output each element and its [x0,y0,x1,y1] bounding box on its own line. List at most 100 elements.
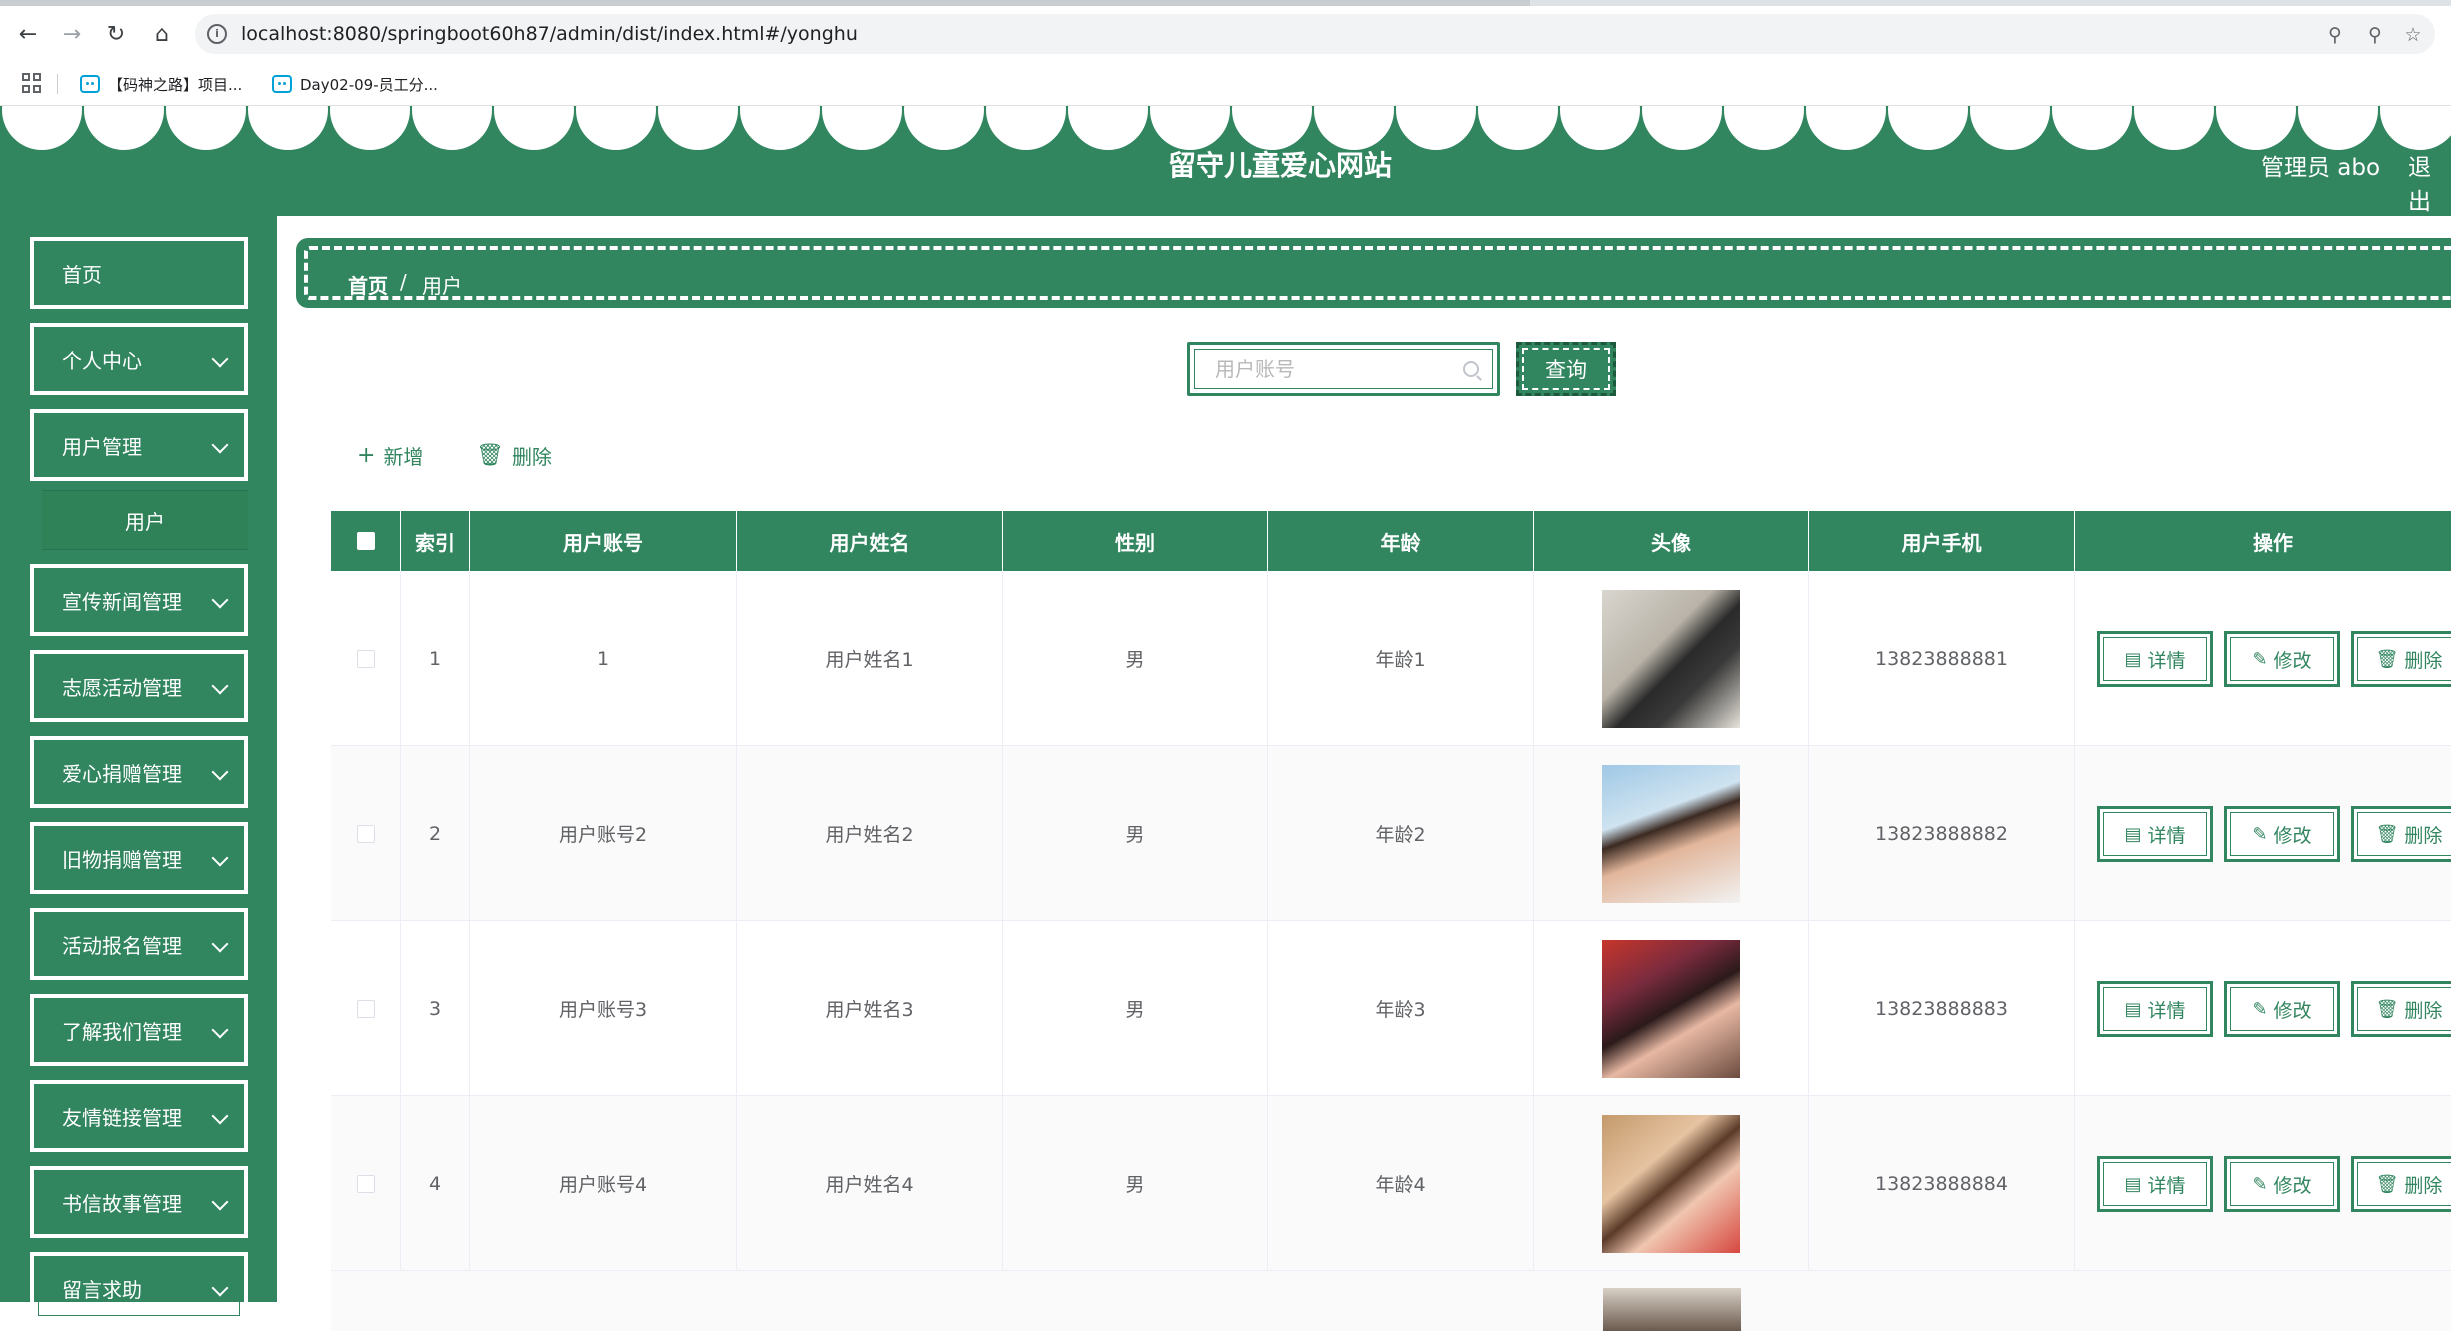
avatar [1603,1288,1741,1331]
phone-cell: 13823888884 [1809,1096,2075,1271]
delete-button[interactable]: 🗑 删除 [2351,631,2451,687]
name-cell: 用户姓名2 [737,746,1003,921]
zoom-icon[interactable]: ⚲ [2363,23,2387,47]
pencil-icon: ✎ [2252,648,2268,670]
select-all-cell [331,511,401,571]
account-cell: 用户账号3 [470,921,737,1096]
checkbox-cell [331,746,401,921]
logout-link[interactable]: 退出 [2408,148,2451,216]
edit-button[interactable]: ✎ 修改 [2224,981,2340,1037]
index-cell: 3 [401,921,470,1096]
pencil-icon: ✎ [2252,998,2268,1020]
edit-button[interactable]: ✎ 修改 [2224,631,2340,687]
breadcrumb-separator: / [400,270,407,294]
delete-button[interactable]: 🗑 删除 [2351,1156,2451,1212]
search-box [1187,342,1500,396]
app-header: 留守儿童爱心网站 管理员 abo 退出 [0,106,2451,216]
chevron-down-icon [211,436,229,454]
index-cell: 2 [401,746,470,921]
column-header: 头像 [1534,511,1809,571]
breadcrumb-home[interactable]: 首页 [348,270,388,299]
sidebar-item-home[interactable]: 首页 [30,237,248,309]
avatar [1602,589,1740,728]
chevron-down-icon [211,763,229,781]
checkbox-cell [331,571,401,746]
site-info-icon[interactable]: i [207,24,227,44]
sidebar-subitem-user[interactable]: 用户 [42,490,248,550]
sidebar-item-user-management[interactable]: 用户管理 [30,409,248,481]
address-bar[interactable]: i localhost:8080/springboot60h87/admin/d… [195,14,2435,54]
query-button[interactable]: 查询 [1516,342,1616,396]
password-key-icon[interactable]: ⚲ [2323,23,2347,47]
column-header: 性别 [1003,511,1268,571]
document-icon: ▤ [2124,998,2142,1020]
sidebar-item-personal-center[interactable]: 个人中心 [30,323,248,395]
avatar [1602,939,1740,1078]
gender-cell: 男 [1003,571,1268,746]
home-icon[interactable]: ⌂ [146,18,178,50]
bookmark-item[interactable]: Day02-09-员工分... [272,72,438,96]
detail-button[interactable]: ▤ 详情 [2097,1156,2213,1212]
sidebar-item-donation-management[interactable]: 爱心捐赠管理 [30,736,248,808]
phone-cell: 13823888881 [1809,571,2075,746]
batch-delete-button[interactable]: 🗑 删除 [476,440,552,470]
document-icon: ▤ [2124,648,2142,670]
name-cell: 用户姓名4 [737,1096,1003,1271]
admin-user-label: 管理员 abo [2261,155,2381,181]
back-icon[interactable]: ← [12,18,44,50]
sidebar-item-about-management[interactable]: 了解我们管理 [30,994,248,1066]
row-checkbox[interactable] [356,999,375,1018]
reload-icon[interactable]: ↻ [100,18,132,50]
account-cell: 用户账号2 [470,746,737,921]
table-header: 索引 用户账号 用户姓名 性别 年龄 头像 用户手机 操作 [331,511,2451,571]
chevron-down-icon [211,1279,229,1297]
trash-icon: 🗑 [476,442,504,468]
checkbox-cell [331,921,401,1096]
detail-button[interactable]: ▤ 详情 [2097,631,2213,687]
age-cell: 年龄2 [1268,746,1534,921]
avatar-cell [1534,921,1809,1096]
pencil-icon: ✎ [2252,1173,2268,1195]
table-row: 1 1 用户姓名1 男年龄1 13823888881 ▤ 详情 ✎ 修改 🗑 删除 [331,571,2451,746]
trash-icon: 🗑 [2375,1173,2399,1195]
detail-button[interactable]: ▤ 详情 [2097,806,2213,862]
delete-button[interactable]: 🗑 删除 [2351,981,2451,1037]
row-checkbox[interactable] [356,649,375,668]
column-header: 用户账号 [470,511,737,571]
gender-cell: 男 [1003,1096,1268,1271]
forward-icon[interactable]: → [56,18,88,50]
edit-button[interactable]: ✎ 修改 [2224,1156,2340,1212]
account-cell: 用户账号4 [470,1096,737,1271]
avatar-cell [1534,746,1809,921]
bookmark-star-icon[interactable]: ☆ [2401,23,2425,47]
sidebar-item-news-management[interactable]: 宣传新闻管理 [30,564,248,636]
sidebar-item-letters-management[interactable]: 书信故事管理 [30,1166,248,1238]
chevron-down-icon [211,1107,229,1125]
sidebar-item-signup-management[interactable]: 活动报名管理 [30,908,248,980]
trash-icon: 🗑 [2375,648,2399,670]
sidebar-item-used-donation-management[interactable]: 旧物捐赠管理 [30,822,248,894]
actions-cell: ▤ 详情 ✎ 修改 🗑 删除 [2075,1096,2451,1271]
add-button[interactable]: + 新增 [357,440,423,470]
detail-button[interactable]: ▤ 详情 [2097,981,2213,1037]
edit-button[interactable]: ✎ 修改 [2224,806,2340,862]
gender-cell: 男 [1003,921,1268,1096]
sidebar-item-volunteer-management[interactable]: 志愿活动管理 [30,650,248,722]
site-title: 留守儿童爱心网站 [1167,149,1392,182]
index-cell: 4 [401,1096,470,1271]
bookmark-item[interactable]: 【码神之路】项目... [80,72,242,96]
sidebar-item-links-management[interactable]: 友情链接管理 [30,1080,248,1152]
row-checkbox[interactable] [356,1174,375,1193]
gender-cell: 男 [1003,746,1268,921]
delete-button[interactable]: 🗑 删除 [2351,806,2451,862]
search-input[interactable] [1194,349,1493,389]
bilibili-icon [272,75,292,93]
search-icon [1463,361,1479,377]
name-cell: 用户姓名3 [737,921,1003,1096]
sidebar-item-help-messages[interactable]: 留言求助 [30,1252,248,1324]
checkbox-cell [331,1096,401,1271]
apps-grid-icon[interactable] [22,73,42,93]
select-all-checkbox[interactable] [356,532,375,550]
column-header: 年龄 [1268,511,1534,571]
row-checkbox[interactable] [356,824,375,843]
